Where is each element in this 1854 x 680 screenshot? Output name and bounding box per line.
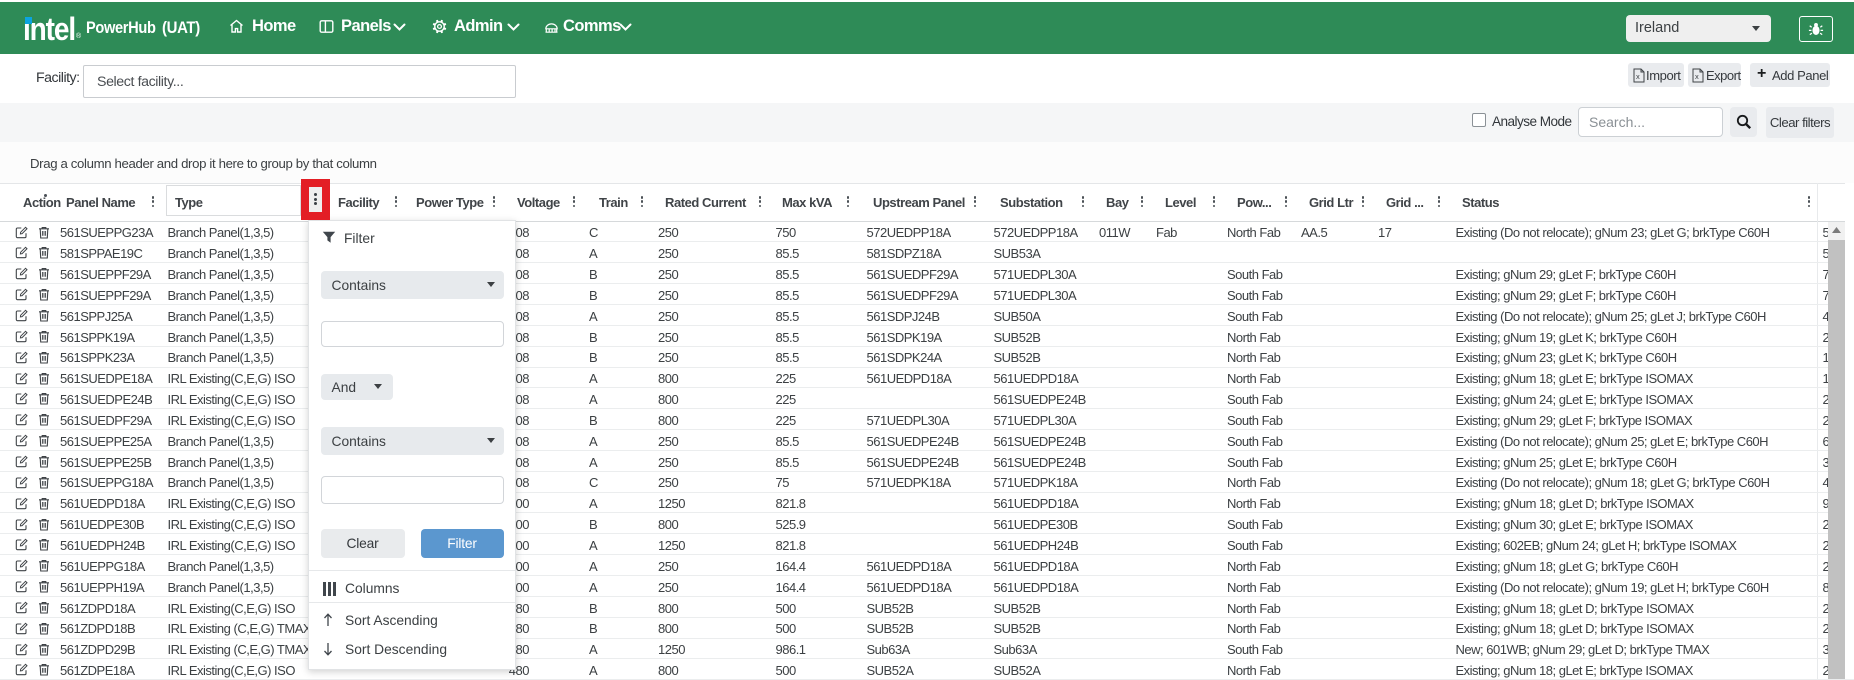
svg-text:x: x <box>1636 72 1640 81</box>
svg-text:x: x <box>1695 72 1699 81</box>
